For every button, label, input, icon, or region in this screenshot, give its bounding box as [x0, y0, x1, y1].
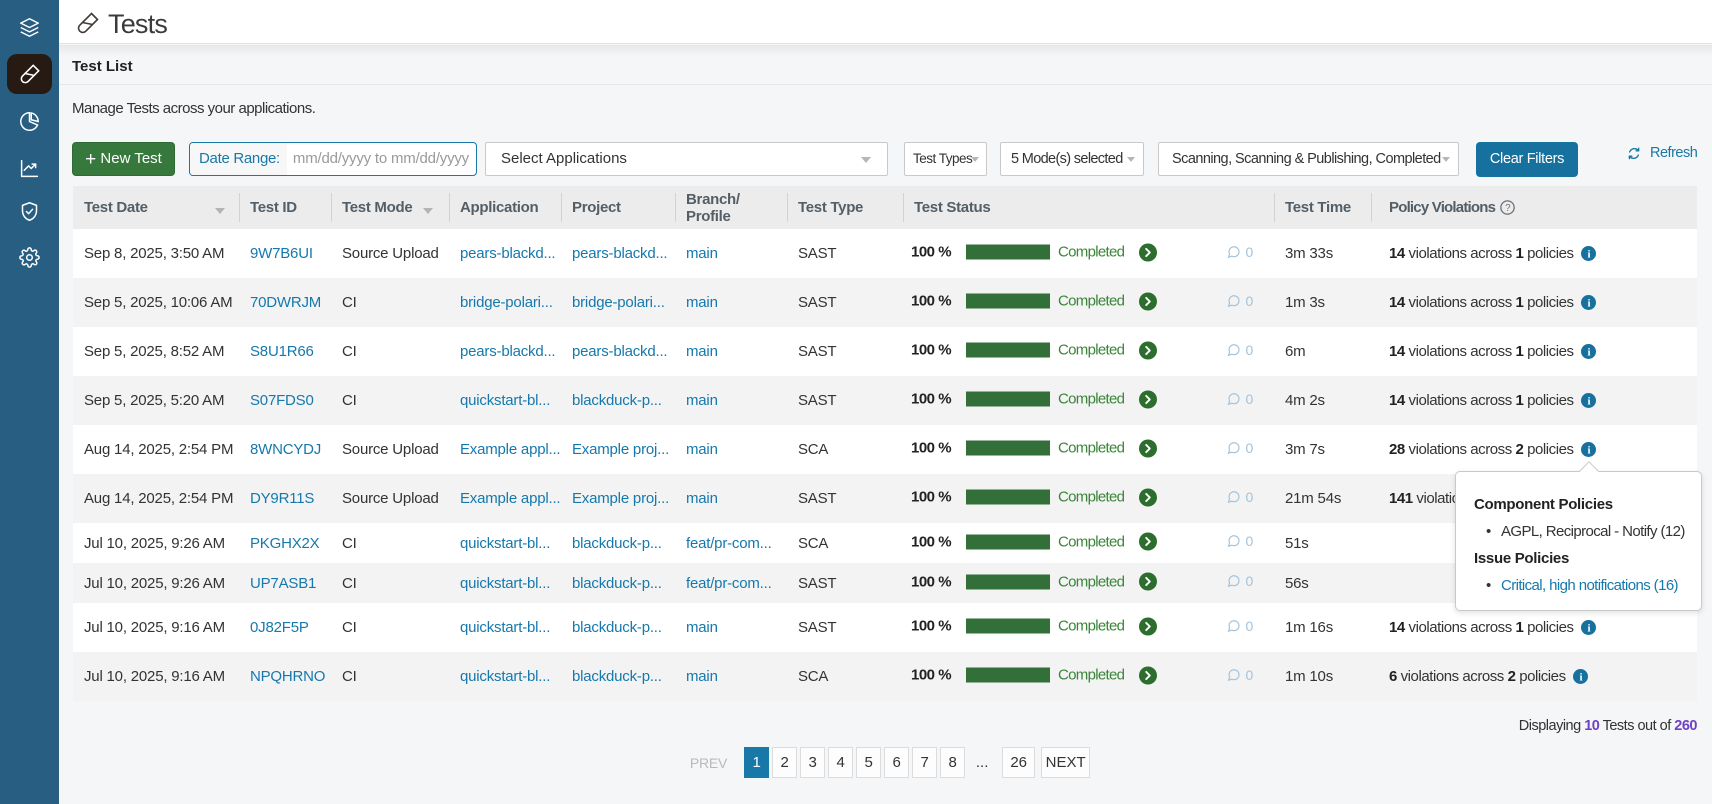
svg-text:i: i: [1587, 248, 1590, 260]
svg-text:i: i: [1579, 671, 1582, 683]
svg-text:i: i: [1587, 395, 1590, 407]
svg-text:i: i: [1587, 297, 1590, 309]
svg-text:i: i: [1587, 444, 1590, 456]
svg-text:i: i: [1587, 346, 1590, 358]
svg-text:?: ?: [1505, 203, 1511, 214]
svg-text:i: i: [1587, 622, 1590, 634]
